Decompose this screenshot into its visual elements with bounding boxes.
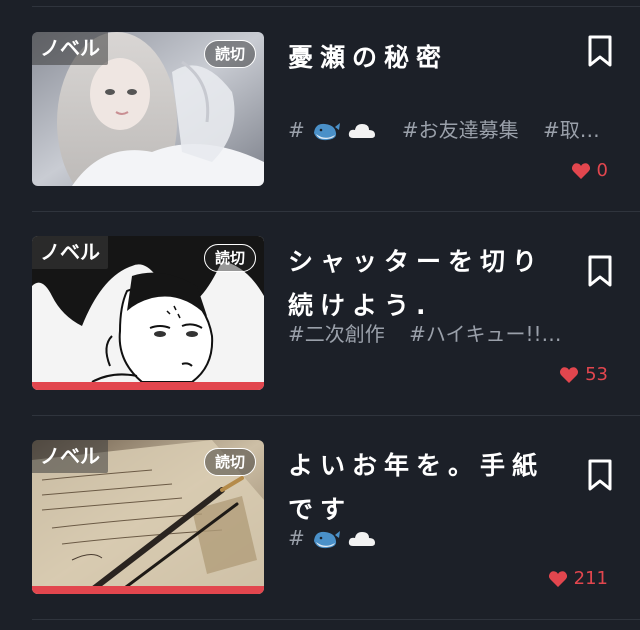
tag[interactable]: #ハイキュー!!… (409, 320, 561, 348)
story-card[interactable]: ノベル 読切 よいお年を。手紙です # 211 (0, 416, 640, 620)
tag[interactable]: # (288, 524, 377, 552)
progress-bar (32, 586, 264, 594)
story-thumbnail[interactable]: ノベル 読切 (32, 440, 264, 594)
tag-list: # #お友達募集 #取… (288, 114, 608, 144)
tag-list: #二次創作 #ハイキュー!!… (288, 318, 608, 348)
like-count-value: 211 (573, 568, 608, 589)
story-card[interactable]: ノベル 読切 シャッターを切り続けよう. #二次創作 #ハイキュー!!… 53 (0, 212, 640, 416)
heart-icon (548, 571, 567, 587)
type-label: ノベル (32, 440, 108, 473)
story-card[interactable]: ノベル 読切 憂瀬の秘密 # #お友達募集 #取… 0 (0, 8, 640, 212)
oneshot-badge: 読切 (203, 448, 256, 476)
divider (32, 619, 640, 620)
cloud-icon (349, 532, 376, 546)
type-label: ノベル (32, 32, 108, 65)
like-count[interactable]: 0 (571, 160, 608, 182)
story-title[interactable]: よいお年を。手紙です (288, 444, 558, 532)
bookmark-icon[interactable] (586, 34, 614, 68)
like-count-value: 53 (585, 364, 608, 385)
tag-list: # (288, 522, 608, 552)
tag[interactable]: #取… (543, 116, 600, 144)
heart-icon (571, 163, 590, 179)
tag[interactable]: #二次創作 (288, 320, 385, 348)
oneshot-badge: 読切 (203, 244, 256, 272)
type-label: ノベル (32, 236, 108, 269)
tag[interactable]: #お友達募集 (402, 116, 519, 144)
bookmark-icon[interactable] (586, 254, 614, 288)
tag[interactable]: # (288, 116, 377, 144)
heart-icon (560, 367, 579, 383)
whale-icon (314, 123, 341, 141)
cloud-icon (349, 124, 376, 138)
story-thumbnail[interactable]: ノベル 読切 (32, 32, 264, 186)
like-count[interactable]: 53 (559, 364, 608, 386)
story-thumbnail[interactable]: ノベル 読切 (32, 236, 264, 390)
bookmark-icon[interactable] (586, 458, 614, 492)
like-count-value: 0 (596, 160, 608, 181)
divider (32, 6, 640, 7)
oneshot-badge: 読切 (203, 40, 256, 68)
story-title[interactable]: シャッターを切り続けよう. (288, 240, 558, 328)
whale-icon (314, 531, 341, 549)
story-title[interactable]: 憂瀬の秘密 (288, 36, 558, 80)
story-feed: ノベル 読切 憂瀬の秘密 # #お友達募集 #取… 0 ノベル 読切 シャッター… (0, 0, 640, 630)
like-count[interactable]: 211 (548, 568, 608, 590)
progress-bar (32, 382, 264, 390)
